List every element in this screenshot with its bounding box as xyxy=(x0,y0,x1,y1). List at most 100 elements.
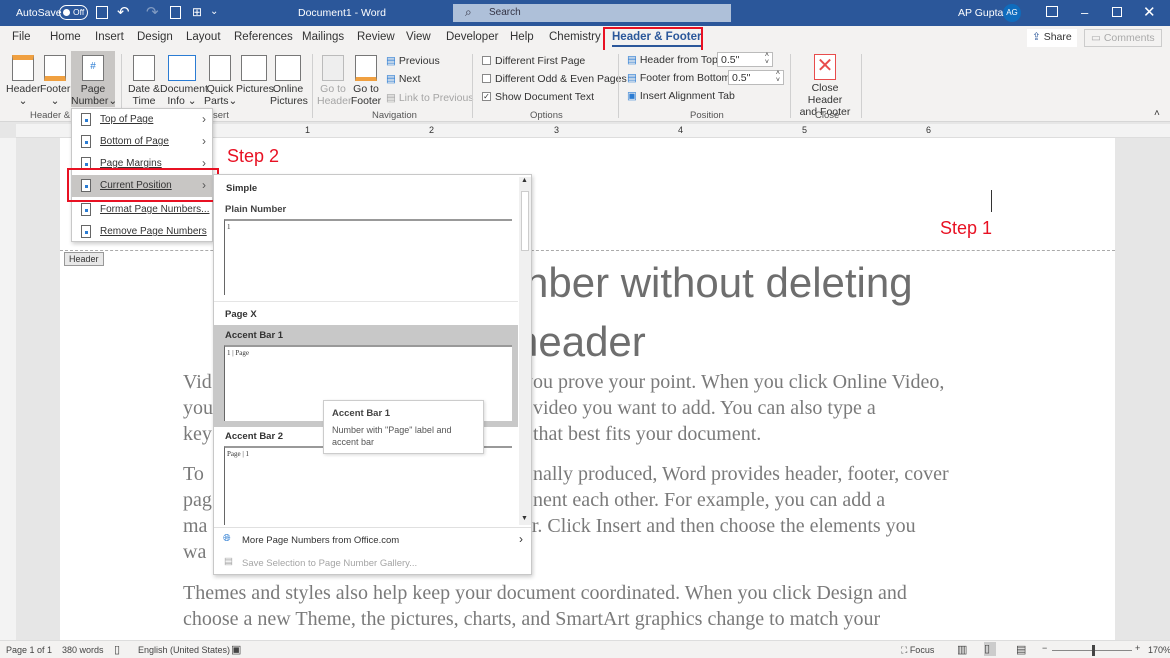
zoom-slider[interactable] xyxy=(1052,645,1132,656)
customize-toolbar-icon[interactable]: ⌄ xyxy=(210,6,218,17)
ruler-number: 2 xyxy=(429,125,435,135)
go-to-header-button[interactable]: Go to Header xyxy=(317,55,351,107)
group-label: Navigation xyxy=(372,110,417,121)
ribbon-display-icon[interactable] xyxy=(1046,6,1058,17)
scroll-down-icon[interactable]: ▼ xyxy=(521,515,528,522)
label: Footer from Bottom: xyxy=(639,72,734,84)
page-number-gallery: Simple Plain Number 1 Page X Accent Bar … xyxy=(213,174,532,575)
gallery-scrollbar[interactable]: ▲ ▼ xyxy=(519,177,531,525)
more-page-numbers-item[interactable]: 🌐︎ More Page Numbers from Office.com › xyxy=(214,531,531,551)
pictures-button[interactable]: Pictures xyxy=(236,55,274,95)
go-to-footer-button[interactable]: Go to Footer xyxy=(350,55,382,107)
org-chart-icon[interactable]: ⊞ xyxy=(192,5,202,19)
label: Pictures xyxy=(236,83,274,95)
tab-developer[interactable]: Developer xyxy=(446,31,498,43)
read-mode-icon[interactable]: ▥ xyxy=(957,643,967,656)
chevron-right-icon: › xyxy=(202,134,206,148)
header-icon xyxy=(12,55,34,81)
tooltip-description: Number with "Page" label and accent bar xyxy=(332,425,452,447)
label: Time xyxy=(132,95,156,107)
header-from-top-input[interactable]: 0.5" ˄ ˅ xyxy=(717,52,773,67)
document-title-line: nber without deleting xyxy=(525,259,913,306)
gallery-item-label: Accent Bar 2 xyxy=(225,431,284,442)
proofing-icon[interactable]: ▯ xyxy=(114,643,120,656)
redo-icon[interactable]: ↷ xyxy=(146,3,159,21)
document-text-line: ma xyxy=(183,515,208,537)
menu-item-bottom-of-page[interactable]: Bottom of Page › xyxy=(72,131,212,153)
search-icon: ⌕ xyxy=(465,5,472,19)
spinner-icon[interactable]: ˄ ˅ xyxy=(765,52,769,66)
undo-icon[interactable]: ↶ xyxy=(117,3,130,21)
collapse-ribbon-icon[interactable]: ˄ xyxy=(1154,108,1160,119)
share-button[interactable]: ⇪ Share xyxy=(1027,29,1077,47)
minimize-icon[interactable]: – xyxy=(1081,5,1088,20)
menu-item-format-page-numbers[interactable]: Format Page Numbers... xyxy=(72,199,212,221)
quick-parts-button[interactable]: Quick Parts⌄ xyxy=(204,55,237,107)
tab-insert[interactable]: Insert xyxy=(95,31,124,43)
word-count[interactable]: 380 words xyxy=(62,645,104,655)
ruler-number: 6 xyxy=(926,125,932,135)
tab-chemistry[interactable]: Chemistry xyxy=(549,31,601,43)
comments-button[interactable]: ▭ Comments xyxy=(1084,29,1162,47)
autosave-toggle[interactable]: Off xyxy=(59,5,88,20)
label: Previous xyxy=(398,55,440,67)
checkbox-box xyxy=(482,74,491,83)
restore-icon[interactable] xyxy=(1112,7,1122,17)
date-time-button[interactable]: Date & Time xyxy=(127,55,161,107)
save-icon[interactable] xyxy=(96,6,108,19)
search-box[interactable]: ⌕ Search xyxy=(453,4,731,22)
document-info-button[interactable]: Document Info ⌄ xyxy=(160,55,208,107)
touch-mode-icon[interactable] xyxy=(170,6,181,19)
spinner-icon[interactable]: ˄ ˅ xyxy=(776,70,780,84)
macro-icon[interactable]: ▣ xyxy=(231,643,241,656)
close-icon[interactable]: ✕ xyxy=(1143,3,1156,21)
tab-layout[interactable]: Layout xyxy=(186,31,221,43)
tab-references[interactable]: References xyxy=(234,31,293,43)
different-odd-even-checkbox[interactable]: Different Odd & Even Pages xyxy=(482,73,627,85)
zoom-out-icon[interactable]: − xyxy=(1042,643,1047,653)
tooltip: Accent Bar 1 Number with "Page" label an… xyxy=(323,400,484,454)
header-tag: Header xyxy=(64,252,104,266)
zoom-slider-thumb[interactable] xyxy=(1092,645,1095,656)
gallery-section-heading: Page X xyxy=(225,309,257,320)
previous-button[interactable]: ▤ Previous xyxy=(386,55,440,67)
tab-view[interactable]: View xyxy=(406,31,431,43)
web-layout-icon[interactable]: ▤ xyxy=(1016,643,1026,656)
footer-from-bottom-input[interactable]: 0.5" ˄ ˅ xyxy=(728,70,784,85)
save-selection-item[interactable]: ▤ Save Selection to Page Number Gallery.… xyxy=(214,553,531,573)
avatar[interactable]: AG xyxy=(1003,4,1021,22)
insert-alignment-tab-button[interactable]: ▣ Insert Alignment Tab xyxy=(627,90,735,102)
close-header-footer-button[interactable]: ✕ Close Header and Footer xyxy=(794,54,856,118)
focus-button[interactable]: ⛶ Focus xyxy=(901,645,934,656)
gallery-item-plain-number[interactable]: Plain Number 1 xyxy=(214,199,518,299)
footer-button[interactable]: Footer ⌄ xyxy=(40,55,70,107)
label: Number xyxy=(71,95,109,107)
tab-file[interactable]: File xyxy=(12,31,31,43)
tab-help[interactable]: Help xyxy=(510,31,534,43)
header-button[interactable]: Header ⌄ xyxy=(6,55,40,107)
page-number-button[interactable]: # Page Number⌄ xyxy=(71,51,117,107)
menu-item-remove-page-numbers[interactable]: Remove Page Numbers xyxy=(72,221,212,243)
print-layout-icon[interactable]: ▯ xyxy=(984,642,996,656)
zoom-in-icon[interactable]: + xyxy=(1135,643,1140,653)
tab-mailings[interactable]: Mailings xyxy=(302,31,344,43)
next-button[interactable]: ▤ Next xyxy=(386,73,420,85)
show-document-text-checkbox[interactable]: ✓ Show Document Text xyxy=(482,91,594,103)
menu-item-top-of-page[interactable]: Top of Page › xyxy=(72,109,212,131)
tab-home[interactable]: Home xyxy=(50,31,81,43)
tab-review[interactable]: Review xyxy=(357,31,395,43)
preview-text: Page | 1 xyxy=(227,450,250,458)
page-count[interactable]: Page 1 of 1 xyxy=(6,645,52,655)
tab-design[interactable]: Design xyxy=(137,31,173,43)
chevron-right-icon: › xyxy=(202,112,206,126)
alignment-tab-icon: ▣ xyxy=(627,90,637,102)
zoom-level[interactable]: 170% xyxy=(1148,645,1170,655)
language[interactable]: English (United States) xyxy=(138,645,230,655)
online-pictures-button[interactable]: Online Pictures xyxy=(270,55,308,107)
label: Footer xyxy=(40,83,71,95)
link-to-previous-button[interactable]: ▤ Link to Previous xyxy=(386,92,474,104)
vertical-ruler[interactable] xyxy=(0,138,16,640)
different-first-page-checkbox[interactable]: Different First Page xyxy=(482,55,585,67)
scrollbar-thumb[interactable] xyxy=(521,191,529,251)
scroll-up-icon[interactable]: ▲ xyxy=(521,177,528,184)
